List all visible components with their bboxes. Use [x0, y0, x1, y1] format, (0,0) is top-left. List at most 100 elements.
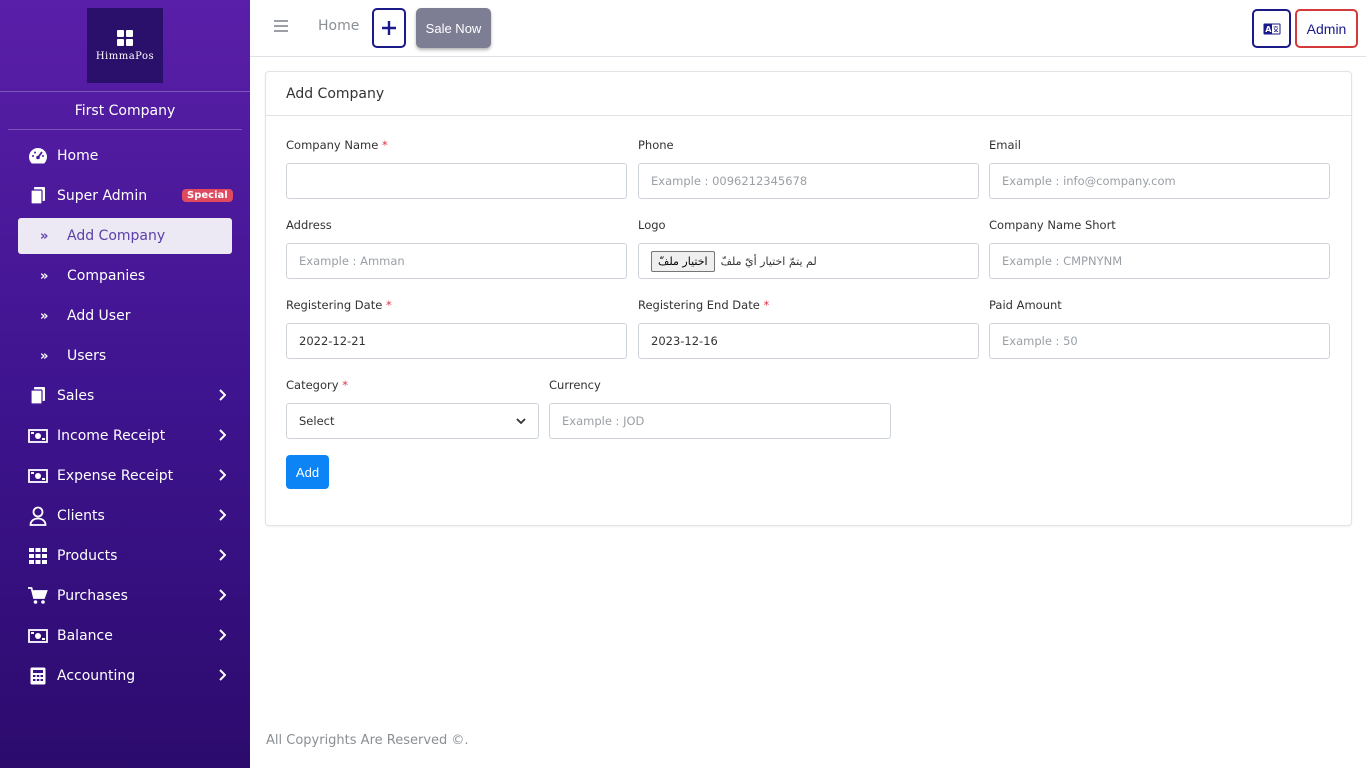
translate-icon: A	[1263, 23, 1280, 34]
sidebar-item-clients[interactable]: Clients	[0, 496, 250, 536]
double-chevron-icon: »	[40, 268, 48, 284]
paid-amount-group: Paid Amount Example : 50	[989, 298, 1330, 359]
reg-end-date-label: Registering End Date *	[638, 298, 770, 312]
admin-button[interactable]: Admin	[1295, 9, 1358, 48]
sidebar-subitem-label: Users	[67, 348, 107, 364]
paid-amount-label: Paid Amount	[989, 298, 1062, 312]
email-input[interactable]: Example : info@company.com	[989, 163, 1330, 199]
address-input[interactable]: Example : Amman	[286, 243, 627, 279]
address-group: Address Example : Amman	[286, 218, 627, 279]
home-link[interactable]: Home	[318, 18, 359, 34]
logo[interactable]: HimmaPos	[87, 8, 163, 83]
reg-date-group: Registering Date * 2022-12-21	[286, 298, 627, 359]
required-marker: *	[381, 138, 388, 152]
footer-copyright: All Copyrights Are Reserved ©.	[266, 733, 469, 748]
choose-file-button[interactable]: اختيار ملفّ	[651, 250, 715, 272]
sidebar-item-label: Home	[57, 148, 99, 164]
brand: HimmaPos	[0, 0, 250, 92]
sidebar-item-label: Income Receipt	[57, 428, 166, 444]
user-icon	[28, 506, 48, 526]
sidebar-item-income-receipt[interactable]: Income Receipt	[0, 416, 250, 456]
chevron-right-icon	[219, 669, 226, 681]
sidebar-subitem-add-user[interactable]: » Add User	[0, 296, 250, 336]
card-title: Add Company	[266, 72, 1351, 116]
email-group: Email Example : info@company.com	[989, 138, 1330, 199]
reg-date-input[interactable]: 2022-12-21	[286, 323, 627, 359]
sale-now-button[interactable]: Sale Now	[416, 8, 491, 48]
sidebar-nav: Home Super Admin Special » Add Company »…	[0, 130, 250, 696]
plus-icon	[382, 21, 396, 35]
logo-group: Logo اختيار ملفّ لم يتمّ اختيار أيّ ملفّ	[638, 218, 979, 279]
sidebar-item-super-admin[interactable]: Super Admin Special	[0, 176, 250, 216]
company-name-group: Company Name *	[286, 138, 627, 199]
address-label: Address	[286, 218, 332, 232]
svg-text:A: A	[1265, 25, 1272, 34]
logo-file-input[interactable]: اختيار ملفّ لم يتمّ اختيار أيّ ملفّ	[638, 243, 979, 279]
sidebar-subitem-companies[interactable]: » Companies	[0, 256, 250, 296]
chevron-down-icon	[516, 417, 526, 424]
short-name-input[interactable]: Example : CMPNYNM	[989, 243, 1330, 279]
company-name-input[interactable]	[286, 163, 627, 199]
email-label: Email	[989, 138, 1021, 152]
sidebar-item-balance[interactable]: Balance	[0, 616, 250, 656]
file-status: لم يتمّ اختيار أيّ ملفّ	[720, 254, 817, 268]
sidebar-item-sales[interactable]: Sales	[0, 376, 250, 416]
language-button[interactable]: A	[1252, 9, 1291, 48]
phone-input[interactable]: Example : 0096212345678	[638, 163, 979, 199]
sidebar-item-label: Balance	[57, 628, 113, 644]
category-selected-value: Select	[299, 414, 335, 428]
sidebar-subitem-label: Add Company	[67, 228, 166, 244]
sidebar-item-home[interactable]: Home	[0, 136, 250, 176]
paid-amount-input[interactable]: Example : 50	[989, 323, 1330, 359]
currency-input[interactable]: Example : JOD	[549, 403, 891, 439]
reg-end-date-input[interactable]: 2023-12-16	[638, 323, 979, 359]
chevron-right-icon	[219, 429, 226, 441]
phone-group: Phone Example : 0096212345678	[638, 138, 979, 199]
double-chevron-icon: »	[40, 308, 48, 324]
sidebar-item-expense-receipt[interactable]: Expense Receipt	[0, 456, 250, 496]
sidebar-item-products[interactable]: Products	[0, 536, 250, 576]
sidebar-subitem-label: Companies	[67, 268, 146, 284]
sidebar-item-label: Clients	[57, 508, 105, 524]
grid-icon	[28, 546, 48, 566]
add-company-card: Add Company Company Name * Phone Example…	[265, 71, 1352, 526]
money-icon	[28, 426, 48, 446]
hamburger-icon[interactable]	[274, 20, 288, 36]
required-marker: *	[342, 378, 348, 392]
sidebar-subitem-users[interactable]: » Users	[0, 336, 250, 376]
add-submit-button[interactable]: Add	[286, 455, 329, 489]
sidebar-item-accounting[interactable]: Accounting	[0, 656, 250, 696]
copy-icon	[28, 186, 48, 206]
sidebar-subitem-label: Add User	[67, 308, 131, 324]
sidebar-item-purchases[interactable]: Purchases	[0, 576, 250, 616]
sidebar-item-label: Products	[57, 548, 118, 564]
money-icon	[28, 626, 48, 646]
sidebar: HimmaPos First Company Home Super Admin …	[0, 0, 250, 768]
double-chevron-icon: »	[40, 228, 48, 244]
sidebar-item-label: Super Admin	[57, 188, 148, 204]
company-name: First Company	[8, 92, 242, 130]
calculator-icon	[28, 666, 48, 686]
chevron-right-icon	[219, 549, 226, 561]
sidebar-subitem-add-company[interactable]: » Add Company	[18, 218, 232, 254]
category-select[interactable]: Select	[286, 403, 539, 439]
short-name-label: Company Name Short	[989, 218, 1116, 232]
reg-end-date-group: Registering End Date * 2023-12-16	[638, 298, 979, 359]
sidebar-item-label: Sales	[57, 388, 95, 404]
logo-label: Logo	[638, 218, 666, 232]
money-icon	[28, 466, 48, 486]
dashboard-icon	[28, 146, 48, 166]
reg-date-label: Registering Date *	[286, 298, 392, 312]
logo-grid-icon	[117, 29, 133, 46]
chevron-right-icon	[219, 629, 226, 641]
required-marker: *	[385, 298, 392, 312]
chevron-right-icon	[219, 389, 226, 401]
sidebar-item-label: Expense Receipt	[57, 468, 174, 484]
category-group: Category * Select	[286, 378, 539, 439]
add-button[interactable]	[372, 8, 406, 48]
sidebar-item-label: Purchases	[57, 588, 128, 604]
currency-label: Currency	[549, 378, 601, 392]
currency-group: Currency Example : JOD	[549, 378, 891, 439]
required-marker: *	[763, 298, 770, 312]
cart-icon	[28, 586, 48, 606]
